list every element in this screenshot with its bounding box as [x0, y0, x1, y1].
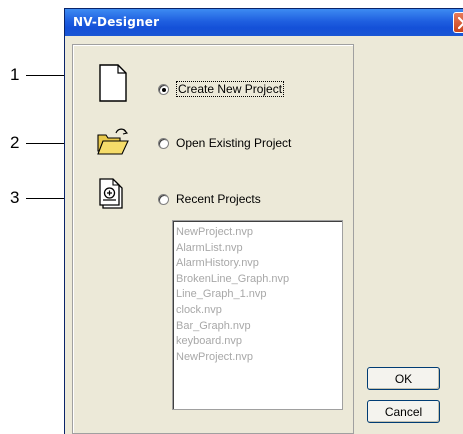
create-new-project-radio[interactable]: [158, 83, 169, 95]
window-title: NV-Designer: [73, 15, 160, 29]
create-new-project-option[interactable]: Create New Project: [158, 81, 285, 97]
list-item[interactable]: Line_Graph_1.nvp: [176, 287, 342, 303]
list-item[interactable]: Bar_Graph.nvp: [176, 319, 342, 335]
list-item[interactable]: keyboard.nvp: [176, 334, 342, 350]
close-icon: [458, 17, 463, 29]
open-existing-project-option[interactable]: Open Existing Project: [158, 136, 291, 150]
callout-number-3: 3: [10, 188, 20, 207]
dialog-window: NV-Designer Create New Project Open Exis…: [64, 8, 463, 434]
cancel-button[interactable]: Cancel: [367, 400, 440, 423]
recent-projects-list[interactable]: NewProject.nvp AlarmList.nvp AlarmHistor…: [172, 220, 343, 410]
open-folder-icon: [97, 128, 129, 155]
ok-button[interactable]: OK: [367, 367, 440, 390]
open-existing-project-label: Open Existing Project: [176, 136, 292, 150]
list-item[interactable]: NewProject.nvp: [176, 225, 342, 241]
list-item[interactable]: BrokenLine_Graph.nvp: [176, 272, 342, 288]
open-existing-project-radio[interactable]: [158, 137, 169, 149]
callout-number-2: 2: [10, 133, 20, 152]
create-new-project-label: Create New Project: [176, 81, 285, 97]
title-bar[interactable]: NV-Designer: [65, 9, 463, 36]
list-item[interactable]: AlarmList.nvp: [176, 241, 342, 257]
list-item[interactable]: clock.nvp: [176, 303, 342, 319]
recent-projects-radio[interactable]: [158, 193, 169, 205]
list-item[interactable]: NewProject.nvp: [176, 350, 342, 366]
recent-projects-label: Recent Projects: [176, 192, 261, 206]
recent-projects-option[interactable]: Recent Projects: [158, 192, 261, 206]
recent-document-icon: [99, 178, 123, 209]
list-item[interactable]: AlarmHistory.nvp: [176, 256, 342, 272]
callout-number-1: 1: [10, 65, 20, 84]
close-button[interactable]: [453, 12, 463, 33]
new-document-icon: [99, 64, 127, 102]
